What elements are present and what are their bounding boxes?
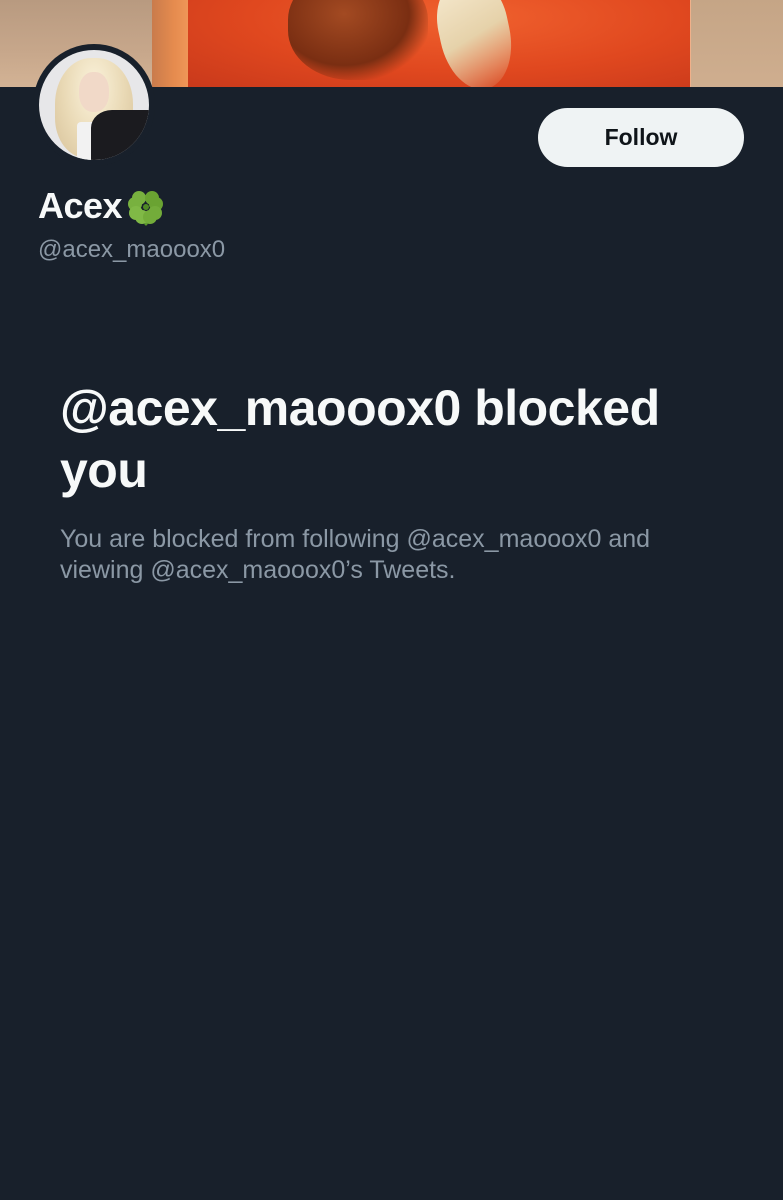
blocked-title: @acex_maooox0 blocked you [60, 380, 660, 498]
follow-button[interactable]: Follow [538, 108, 744, 167]
display-name-text: Acex [38, 185, 123, 226]
avatar-jacket [91, 110, 149, 160]
avatar-face [79, 72, 109, 112]
profile-handle: @acex_maooox0 [38, 236, 226, 263]
avatar-image [39, 50, 149, 160]
avatar[interactable] [33, 44, 155, 166]
profile-display-name: Acex [38, 182, 168, 230]
banner-frame-left [152, 0, 188, 87]
four-leaf-clover-icon [124, 184, 168, 228]
banner-wall-right [691, 0, 783, 87]
blocked-description: You are blocked from following @acex_mao… [60, 525, 651, 584]
profile-page: Follow Acex @acex_maooox0 @acex_maooox0 … [0, 0, 783, 1200]
